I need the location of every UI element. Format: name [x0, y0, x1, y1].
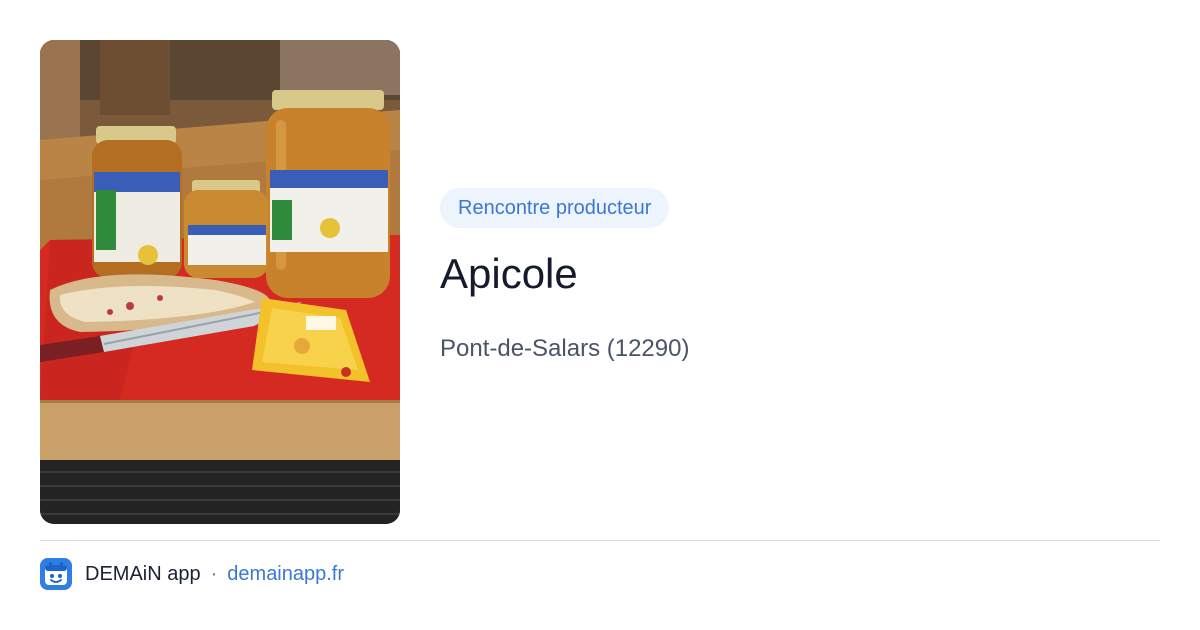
card-location: Pont-de-Salars (12290): [440, 335, 690, 362]
footer-separator: ·: [210, 562, 218, 585]
link-preview-card[interactable]: Rencontre producteur Apicole Pont-de-Sal…: [0, 0, 1200, 630]
demain-app-icon: [40, 558, 72, 590]
card-content: Rencontre producteur Apicole Pont-de-Sal…: [440, 188, 1140, 364]
site-link[interactable]: demainapp.fr: [227, 563, 344, 586]
card-title[interactable]: Apicole: [440, 250, 1140, 298]
app-name: DEMAiN app: [85, 562, 201, 585]
footer-divider: [40, 540, 1160, 541]
product-photo: [40, 40, 400, 524]
category-badge[interactable]: Rencontre producteur: [440, 188, 670, 228]
footer: DEMAiN app · demainapp.fr: [40, 557, 344, 591]
